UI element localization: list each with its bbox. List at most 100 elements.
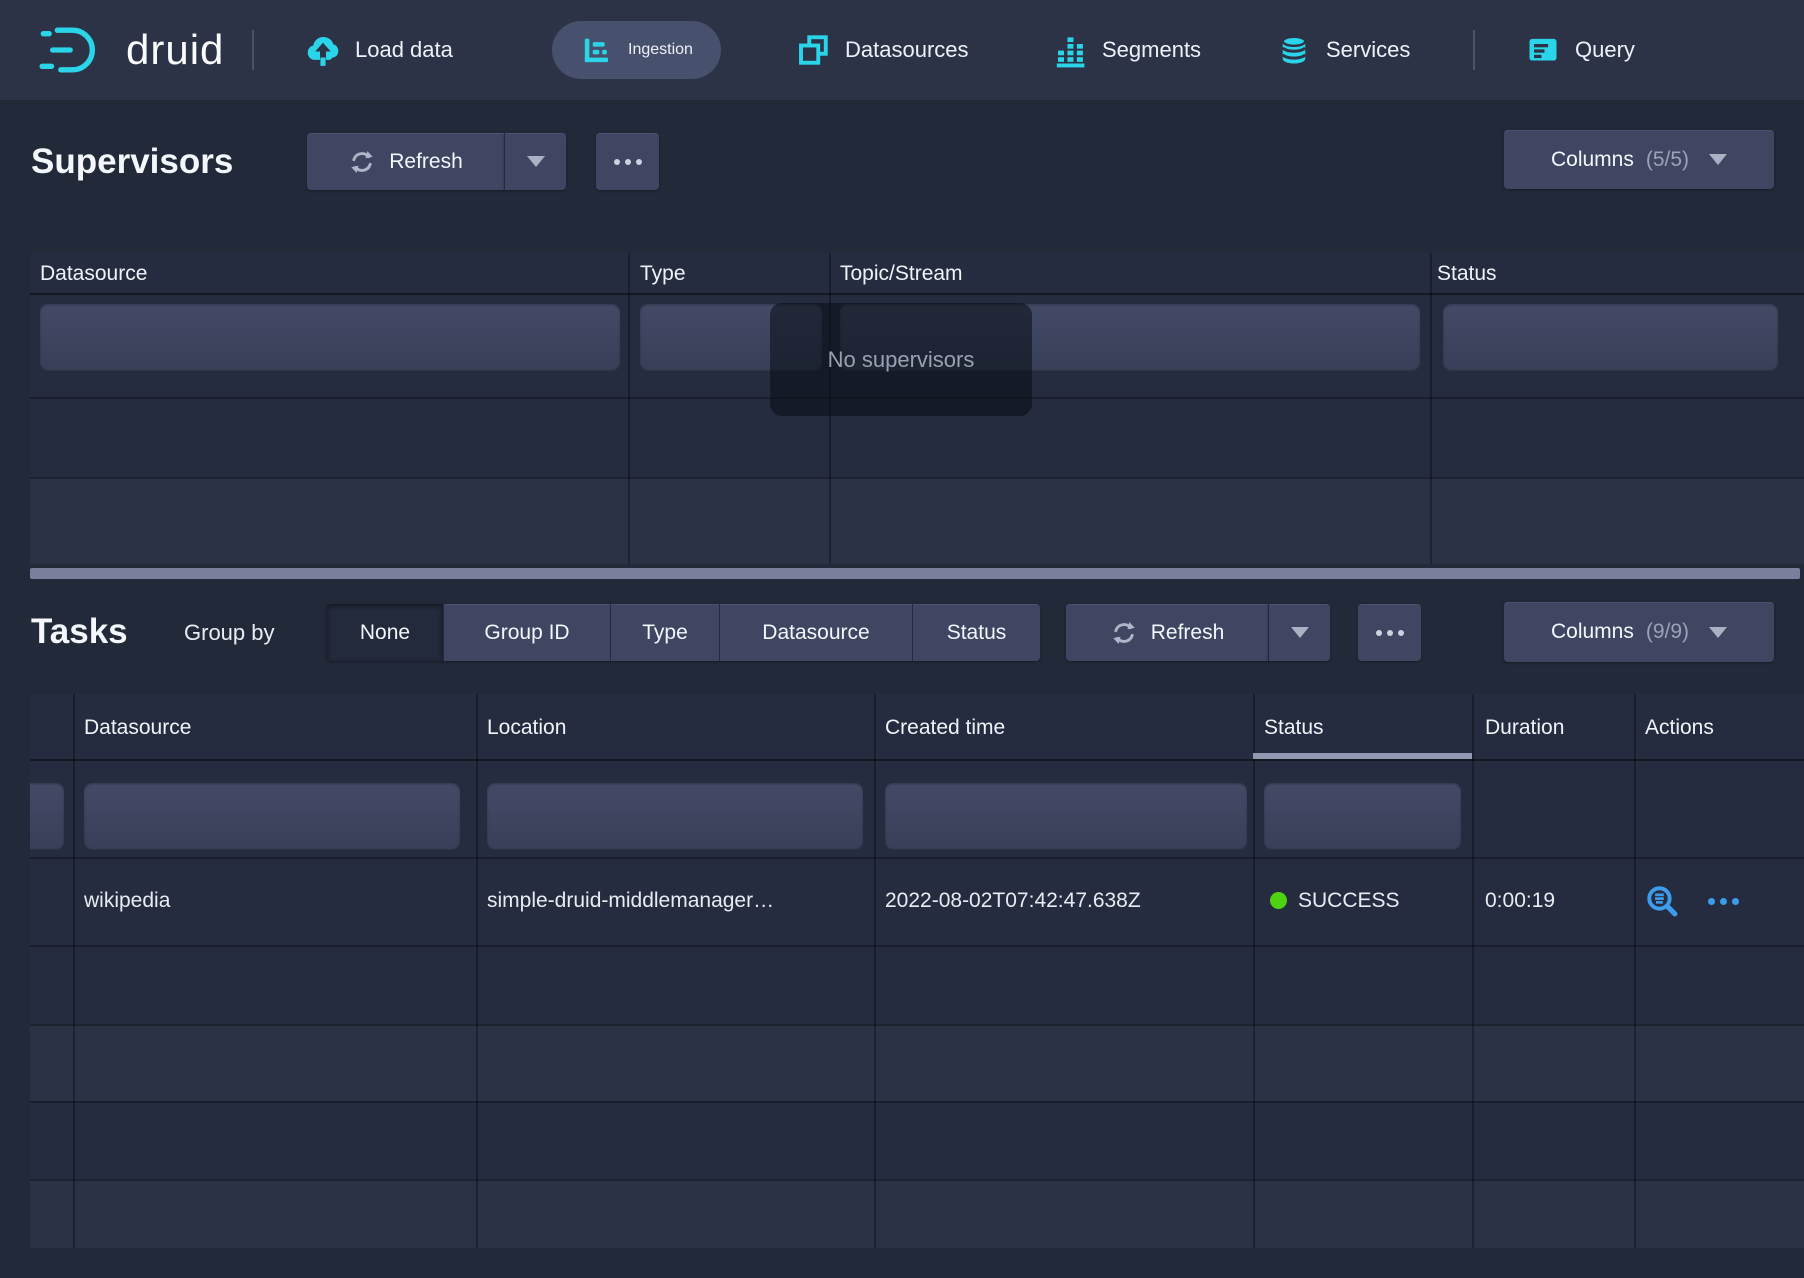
column-separator [628, 253, 630, 564]
column-separator [1253, 694, 1255, 1248]
chevron-down-icon [1709, 154, 1727, 165]
tasks-title: Tasks [31, 608, 128, 656]
column-separator [874, 694, 876, 1248]
query-editor-icon [1525, 32, 1561, 68]
filter-input-datasource[interactable] [40, 304, 620, 370]
empty-state-overlay: No supervisors [770, 303, 1032, 416]
status-text: SUCCESS [1298, 889, 1400, 912]
group-option-none[interactable]: None [327, 604, 443, 661]
nav-divider [1473, 30, 1475, 70]
cell-location: simple-druid-middlemanager… [487, 857, 774, 945]
column-separator [1430, 253, 1432, 564]
supervisors-columns-button[interactable]: Columns (5/5) [1504, 130, 1774, 189]
col-header-datasource[interactable]: Datasource [40, 262, 147, 286]
column-separator [1472, 694, 1474, 1248]
col-header-created-time[interactable]: Created time [885, 716, 1005, 740]
nav-item-segments[interactable]: Segments [1052, 0, 1201, 100]
filter-input-datasource[interactable] [84, 783, 460, 849]
col-header-datasource[interactable]: Datasource [84, 716, 191, 740]
cell-created-time: 2022-08-02T07:42:47.638Z [885, 857, 1141, 945]
chevron-down-icon [527, 156, 545, 167]
filter-input-task-id[interactable] [30, 783, 64, 849]
nav-item-label: Load data [355, 37, 453, 63]
columns-label: Columns [1551, 148, 1634, 172]
chevron-down-icon [1709, 627, 1727, 638]
col-header-status[interactable]: Status [1264, 716, 1324, 740]
columns-count: (5/5) [1646, 148, 1689, 172]
upload-cloud-icon [305, 32, 341, 68]
database-icon [1276, 32, 1312, 68]
tasks-table: Datasource Location Created time Status … [30, 694, 1804, 1248]
nav-item-services[interactable]: Services [1276, 0, 1410, 100]
row-border [30, 477, 1804, 479]
group-by-label: Group by [184, 620, 275, 646]
column-separator [476, 694, 478, 1248]
filter-input-status[interactable] [1443, 304, 1778, 370]
refresh-icon [1110, 619, 1138, 647]
segments-chart-icon [1052, 32, 1088, 68]
nav-item-load-data[interactable]: Load data [305, 0, 453, 100]
nav-item-query[interactable]: Query [1525, 0, 1635, 100]
refresh-label: Refresh [1151, 621, 1225, 645]
header-border [30, 293, 1804, 295]
column-separator [1634, 694, 1636, 1248]
druid-logo[interactable]: druid [38, 0, 224, 100]
row-border [30, 945, 1804, 947]
cell-actions [1644, 883, 1739, 919]
supervisors-refresh-split: Refresh [307, 133, 566, 190]
col-header-duration[interactable]: Duration [1485, 716, 1564, 740]
columns-count: (9/9) [1646, 620, 1689, 644]
zebra-stripe [30, 1179, 1804, 1248]
refresh-dropdown-button[interactable] [504, 133, 566, 190]
tasks-refresh-split: Refresh [1066, 604, 1330, 661]
success-status-dot [1270, 892, 1287, 909]
col-header-type[interactable]: Type [640, 262, 686, 286]
col-header-status[interactable]: Status [1437, 262, 1497, 286]
more-icon [614, 159, 642, 165]
layers-icon [795, 32, 831, 68]
cell-datasource: wikipedia [84, 857, 170, 945]
supervisors-table: Datasource Type Topic/Stream Status No s… [30, 253, 1804, 564]
more-icon [1376, 630, 1404, 636]
nav-item-label: Datasources [845, 37, 969, 63]
column-separator [73, 694, 75, 1248]
filter-input-location[interactable] [487, 783, 863, 849]
columns-label: Columns [1551, 620, 1634, 644]
supervisors-title: Supervisors [31, 138, 233, 186]
filter-input-status[interactable] [1264, 783, 1461, 849]
chevron-down-icon [1291, 627, 1309, 638]
refresh-button[interactable]: Refresh [1066, 604, 1268, 661]
refresh-button[interactable]: Refresh [307, 133, 504, 190]
nav-item-datasources[interactable]: Datasources [795, 0, 969, 100]
group-option-datasource[interactable]: Datasource [719, 604, 912, 661]
group-option-type[interactable]: Type [610, 604, 719, 661]
filter-input-created-time[interactable] [885, 783, 1247, 849]
refresh-icon [348, 148, 376, 176]
zebra-stripe [30, 1024, 1804, 1101]
group-option-group-id[interactable]: Group ID [443, 604, 610, 661]
row-border [30, 1024, 1804, 1026]
group-option-status[interactable]: Status [912, 604, 1040, 661]
nav-item-label: Query [1575, 37, 1635, 63]
nav-divider [252, 30, 254, 70]
druid-console: druid Load data Ingestion [0, 0, 1804, 1278]
top-nav: druid Load data Ingestion [0, 0, 1804, 100]
group-by-segmented-control: None Group ID Type Datasource Status [327, 604, 1040, 661]
inspect-task-icon[interactable] [1644, 883, 1680, 919]
header-border [30, 759, 1804, 761]
col-header-topic-stream[interactable]: Topic/Stream [840, 262, 963, 286]
tasks-more-button[interactable] [1358, 604, 1421, 661]
supervisors-more-button[interactable] [596, 133, 659, 190]
task-actions-menu-icon[interactable] [1708, 898, 1739, 905]
tasks-columns-button[interactable]: Columns (9/9) [1504, 602, 1774, 662]
cell-status: SUCCESS [1270, 857, 1400, 945]
nav-item-ingestion[interactable]: Ingestion [552, 21, 721, 79]
col-header-actions[interactable]: Actions [1645, 716, 1714, 740]
ingestion-bars-icon [580, 33, 614, 67]
col-header-location[interactable]: Location [487, 716, 566, 740]
task-row-wikipedia[interactable]: wikipedia simple-druid-middlemanager… 20… [30, 857, 1804, 945]
nav-item-label: Segments [1102, 37, 1201, 63]
refresh-dropdown-button[interactable] [1268, 604, 1330, 661]
nav-item-label: Services [1326, 37, 1410, 63]
horizontal-scrollbar[interactable] [30, 568, 1800, 579]
